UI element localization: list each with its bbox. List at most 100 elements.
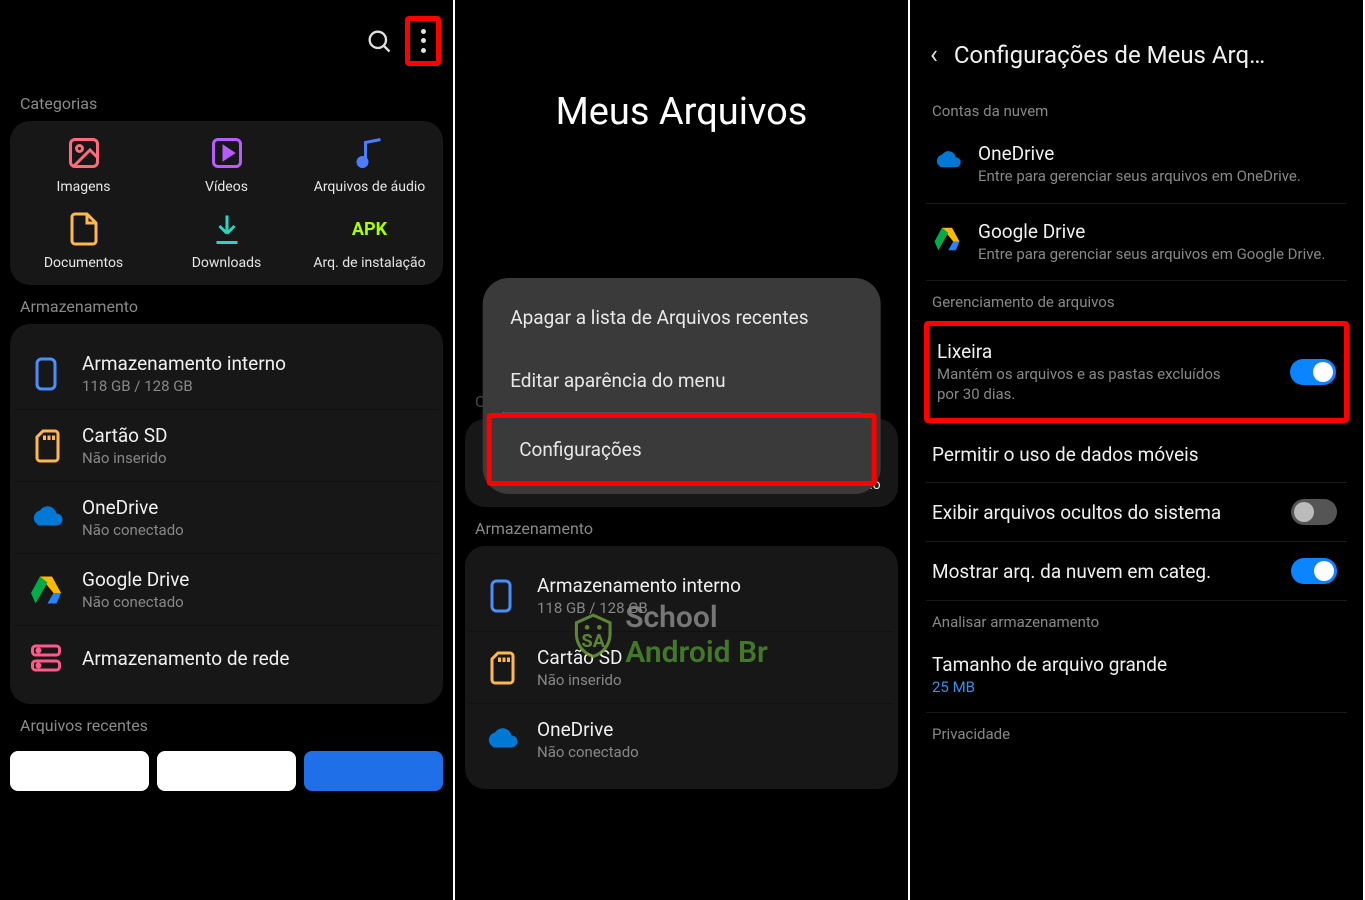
menu-clear-recent[interactable]: Apagar a lista de Arquivos recentes xyxy=(482,286,881,349)
title: Lixeira xyxy=(937,340,1237,363)
screen-3-settings: ‹ Configurações de Meus Arq… Contas da n… xyxy=(910,0,1365,900)
subtitle: Entre para gerenciar seus arquivos em Go… xyxy=(978,245,1325,265)
recent-thumb[interactable] xyxy=(304,751,443,791)
gdrive-icon xyxy=(28,572,64,608)
app-title: Meus Arquivos xyxy=(455,0,908,194)
storage-card: Armazenamento interno 118 GB / 128 GB Car… xyxy=(10,324,443,704)
category-label: Vídeos xyxy=(205,179,248,195)
title: Armazenamento interno xyxy=(537,574,741,597)
sdcard-icon xyxy=(483,650,519,686)
title: Armazenamento de rede xyxy=(82,647,289,670)
recent-label: Arquivos recentes xyxy=(0,704,453,743)
title: OneDrive xyxy=(82,496,184,519)
title: Google Drive xyxy=(978,220,1325,243)
title: Cartão SD xyxy=(82,424,167,447)
storage-onedrive[interactable]: OneDrive Não conectado xyxy=(469,704,894,775)
context-menu: Apagar a lista de Arquivos recentes Edit… xyxy=(482,278,881,494)
title: Armazenamento interno xyxy=(82,352,286,375)
recent-thumbnails xyxy=(0,743,453,799)
title: Mostrar arq. da nuvem em categ. xyxy=(932,560,1211,583)
sdcard-icon xyxy=(28,428,64,464)
more-menu-icon[interactable] xyxy=(420,27,426,55)
subtitle: Não inserido xyxy=(537,671,622,689)
menu-settings[interactable]: Configurações xyxy=(486,413,877,486)
subtitle: Não conectado xyxy=(537,743,639,761)
search-icon[interactable] xyxy=(365,27,393,55)
storage-card: Armazenamento interno 118 GB / 128 GB Car… xyxy=(465,546,898,789)
cloud-accounts-label: Contas da nuvem xyxy=(910,90,1363,126)
title: Permitir o uso de dados móveis xyxy=(932,443,1199,466)
download-icon xyxy=(209,211,245,247)
subtitle: Entre para gerenciar seus arquivos em On… xyxy=(978,167,1301,187)
recent-thumb[interactable] xyxy=(157,751,296,791)
title: Google Drive xyxy=(82,568,189,591)
network-storage-icon xyxy=(28,640,64,676)
gdrive-icon xyxy=(932,224,962,254)
category-label: Arq. de instalação xyxy=(313,255,425,271)
setting-mobile-data[interactable]: Permitir o uso de dados móveis xyxy=(926,427,1347,483)
storage-internal[interactable]: Armazenamento interno 118 GB / 128 GB xyxy=(14,338,439,410)
privacy-label: Privacidade xyxy=(910,713,1363,749)
back-icon[interactable]: ‹ xyxy=(930,40,938,70)
subtitle: Não conectado xyxy=(82,593,189,611)
storage-internal[interactable]: Armazenamento interno 118 GB / 128 GB xyxy=(469,560,894,632)
setting-gdrive[interactable]: Google DriveEntre para gerenciar seus ar… xyxy=(926,204,1347,282)
trash-toggle[interactable] xyxy=(1290,359,1336,385)
phone-icon xyxy=(28,356,64,392)
storage-onedrive[interactable]: OneDrive Não conectado xyxy=(14,482,439,554)
title: OneDrive xyxy=(978,142,1301,165)
subtitle: 25 MB xyxy=(932,678,1167,696)
onedrive-icon xyxy=(28,500,64,536)
settings-title: Configurações de Meus Arq… xyxy=(954,41,1265,69)
title: OneDrive xyxy=(537,718,639,741)
apk-icon: APK xyxy=(352,211,388,247)
audio-icon xyxy=(352,135,388,171)
onedrive-icon xyxy=(932,146,962,176)
storage-gdrive[interactable]: Google Drive Não conectado xyxy=(14,554,439,626)
setting-trash[interactable]: LixeiraMantém os arquivos e as pastas ex… xyxy=(924,321,1349,423)
subtitle: Mantém os arquivos e as pastas excluídos… xyxy=(937,365,1237,404)
analyze-storage-label: Analisar armazenamento xyxy=(910,601,1363,637)
image-icon xyxy=(66,135,102,171)
category-audio[interactable]: Arquivos de áudio xyxy=(300,135,439,195)
document-icon xyxy=(66,211,102,247)
category-apk[interactable]: APK Arq. de instalação xyxy=(300,211,439,271)
subtitle: 118 GB / 128 GB xyxy=(537,599,741,617)
subtitle: 118 GB / 128 GB xyxy=(82,377,286,395)
storage-sdcard[interactable]: Cartão SD Não inserido xyxy=(14,410,439,482)
category-label: Arquivos de áudio xyxy=(314,179,426,195)
settings-header: ‹ Configurações de Meus Arq… xyxy=(910,0,1363,90)
storage-label: Armazenamento xyxy=(455,507,908,546)
file-management-label: Gerenciamento de arquivos xyxy=(910,281,1363,317)
subtitle: Não inserido xyxy=(82,449,167,467)
title: Cartão SD xyxy=(537,646,622,669)
title: Tamanho de arquivo grande xyxy=(932,653,1167,676)
setting-cloud-categories[interactable]: Mostrar arq. da nuvem em categ. xyxy=(926,542,1347,601)
category-label: Downloads xyxy=(192,255,262,271)
category-videos[interactable]: Vídeos xyxy=(157,135,296,195)
storage-sdcard[interactable]: Cartão SD Não inserido xyxy=(469,632,894,704)
screen-2-context-menu: Meus Arquivos Apagar a lista de Arquivos… xyxy=(455,0,910,900)
category-downloads[interactable]: Downloads xyxy=(157,211,296,271)
category-label: Imagens xyxy=(57,179,111,195)
top-bar xyxy=(0,0,453,82)
categories-label: Categorias xyxy=(0,82,453,121)
cloud-cat-toggle[interactable] xyxy=(1291,558,1337,584)
screen-1-my-files: Categorias Imagens Vídeos Arquivos de áu… xyxy=(0,0,455,900)
setting-hidden-files[interactable]: Exibir arquivos ocultos do sistema xyxy=(926,483,1347,542)
video-icon xyxy=(209,135,245,171)
menu-edit-appearance[interactable]: Editar aparência do menu xyxy=(482,349,881,412)
setting-large-file[interactable]: Tamanho de arquivo grande 25 MB xyxy=(926,637,1347,713)
setting-onedrive[interactable]: OneDriveEntre para gerenciar seus arquiv… xyxy=(926,126,1347,204)
category-label: Documentos xyxy=(44,255,123,271)
storage-label: Armazenamento xyxy=(0,285,453,324)
recent-thumb[interactable] xyxy=(10,751,149,791)
title: Exibir arquivos ocultos do sistema xyxy=(932,501,1221,524)
subtitle: Não conectado xyxy=(82,521,184,539)
hidden-toggle[interactable] xyxy=(1291,499,1337,525)
highlight-more-menu xyxy=(405,16,441,66)
categories-card: Imagens Vídeos Arquivos de áudio Documen… xyxy=(10,121,443,285)
storage-network[interactable]: Armazenamento de rede xyxy=(14,626,439,690)
category-images[interactable]: Imagens xyxy=(14,135,153,195)
category-documents[interactable]: Documentos xyxy=(14,211,153,271)
